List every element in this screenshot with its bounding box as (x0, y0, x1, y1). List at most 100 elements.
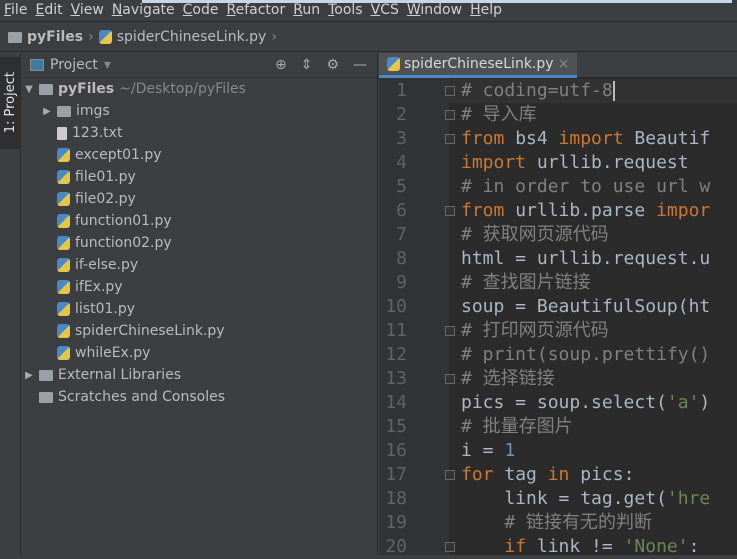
menu-edit[interactable]: Edit (31, 0, 66, 21)
line-number: 10 (385, 296, 407, 317)
window-strip (142, 0, 732, 3)
code-token: for (461, 464, 505, 485)
menu-window[interactable]: Window (403, 0, 466, 21)
hide-icon[interactable]: — (353, 57, 367, 73)
fold-marker-icon[interactable] (445, 206, 455, 216)
tree-item[interactable]: if-else.py (22, 254, 377, 276)
code-token: import (461, 152, 537, 173)
python-file-icon (57, 148, 70, 162)
gear-icon[interactable]: ⚙ (326, 57, 339, 73)
code-token: pics: (580, 464, 635, 485)
tree-item-label: Scratches and Consoles (58, 389, 225, 405)
code-token: import (558, 128, 635, 149)
chevron-down-icon[interactable]: ▾ (104, 57, 111, 73)
code-line: pics = soup.select('a') (461, 391, 710, 415)
line-number: 18 (385, 488, 407, 509)
breadcrumb-file[interactable]: spiderChineseLink.py (117, 29, 267, 45)
python-file-icon (98, 30, 112, 44)
menu-run[interactable]: Run (289, 0, 324, 21)
code-line: from urllib.parse impor (461, 199, 710, 223)
menu-navigate[interactable]: Navigate (108, 0, 179, 21)
code-token: html = urllib.request.u (461, 248, 711, 269)
menu-code[interactable]: Code (179, 0, 223, 21)
code-area[interactable]: 1 # coding=utf-8 2 # 导入库 3 from bs4 import Be… (379, 78, 737, 557)
line-number: 9 (396, 272, 407, 293)
tree-item[interactable]: file02.py (22, 188, 377, 210)
code-line: import urllib.request (461, 151, 689, 175)
folder-icon (8, 31, 22, 43)
tree-item[interactable]: 123.txt (22, 122, 377, 144)
tree-item[interactable]: except01.py (22, 144, 377, 166)
breadcrumb: pyFiles › spiderChineseLink.py › (0, 23, 737, 52)
breadcrumb-project[interactable]: pyFiles (27, 29, 83, 45)
code-token: pics = soup.select( (461, 392, 667, 413)
tree-scratches[interactable]: Scratches and Consoles (22, 386, 377, 408)
collapse-all-icon[interactable]: ⇕ (301, 57, 313, 73)
code-line: # 打印网页源代码 (461, 319, 609, 343)
python-file-icon (57, 170, 70, 184)
code-token: urllib.request (536, 152, 689, 173)
python-file-icon (57, 346, 70, 360)
fold-marker-icon[interactable] (445, 86, 455, 96)
fold-marker-icon[interactable] (445, 374, 455, 384)
close-icon[interactable]: × (558, 56, 570, 72)
menu-file[interactable]: File (0, 0, 31, 21)
line-number: 19 (385, 512, 407, 533)
code-token: if (504, 536, 537, 557)
code-token: # 查找图片链接 (461, 272, 591, 293)
collapsed-arrow-icon[interactable]: ▶ (24, 370, 34, 381)
tree-item[interactable]: ▶ imgs (22, 100, 377, 122)
fold-marker-icon[interactable] (445, 542, 455, 552)
tree-item[interactable]: file01.py (22, 166, 377, 188)
code-line: # 链接有无的判断 (461, 511, 652, 535)
code-token: link = tag.get( (461, 488, 667, 509)
tree-item[interactable]: whileEx.py (22, 342, 377, 364)
project-view-selector[interactable]: Project (50, 57, 98, 73)
menu-vcs[interactable]: VCS (367, 0, 403, 21)
project-tool-tab-label: 1: Project (2, 72, 18, 134)
code-token: i = (461, 440, 505, 461)
line-number: 3 (396, 128, 407, 149)
tree-item[interactable]: list01.py (22, 298, 377, 320)
locate-icon[interactable]: ⊕ (275, 57, 287, 73)
tree-item-label: pyFiles (58, 81, 115, 97)
fold-marker-icon[interactable] (445, 110, 455, 120)
code-token: # print(soup.prettify() (461, 344, 711, 365)
tree-item[interactable]: ifEx.py (22, 276, 377, 298)
line-number: 12 (385, 344, 407, 365)
code-token: # 导入库 (461, 104, 537, 125)
code-token: ) (699, 392, 711, 413)
project-tool-tab[interactable]: 1: Project (0, 57, 21, 149)
tool-window-strip: 1: Project (0, 53, 21, 555)
tree-item[interactable]: spiderChineseLink.py (22, 320, 377, 342)
menu-help[interactable]: Help (466, 0, 506, 21)
tree-item[interactable]: function02.py (22, 232, 377, 254)
fold-marker-icon[interactable] (445, 134, 455, 144)
code-token: urllib.parse (515, 200, 657, 221)
python-file-icon (57, 280, 70, 294)
folder-icon (57, 105, 71, 117)
line-number: 1 (396, 80, 407, 101)
expanded-arrow-icon[interactable]: ▼ (24, 84, 34, 95)
tree-item-label: imgs (76, 103, 110, 119)
tree-external-libraries[interactable]: ▶ External Libraries (22, 364, 377, 386)
menu-tools[interactable]: Tools (324, 0, 367, 21)
code-token: 'a' (666, 392, 700, 413)
fold-marker-icon[interactable] (445, 326, 455, 336)
menu-view[interactable]: View (67, 0, 108, 21)
collapsed-arrow-icon[interactable]: ▶ (42, 106, 52, 117)
tab-spiderChineseLink[interactable]: spiderChineseLink.py × (379, 53, 578, 78)
scratches-icon (39, 391, 53, 403)
tree-item-label: if-else.py (75, 257, 139, 273)
python-file-icon (57, 302, 70, 316)
fold-marker-icon[interactable] (445, 470, 455, 480)
code-line: soup = BeautifulSoup(ht (461, 295, 710, 319)
code-line: # 选择链接 (461, 367, 555, 391)
tree-root[interactable]: ▼ pyFiles ~/Desktop/pyFiles (22, 78, 377, 100)
menu-refactor[interactable]: Refactor (222, 0, 289, 21)
tree-item[interactable]: function01.py (22, 210, 377, 232)
code-token: # in order to use url w (461, 176, 711, 197)
code-token: tag (504, 464, 548, 485)
code-token: : (688, 536, 700, 557)
